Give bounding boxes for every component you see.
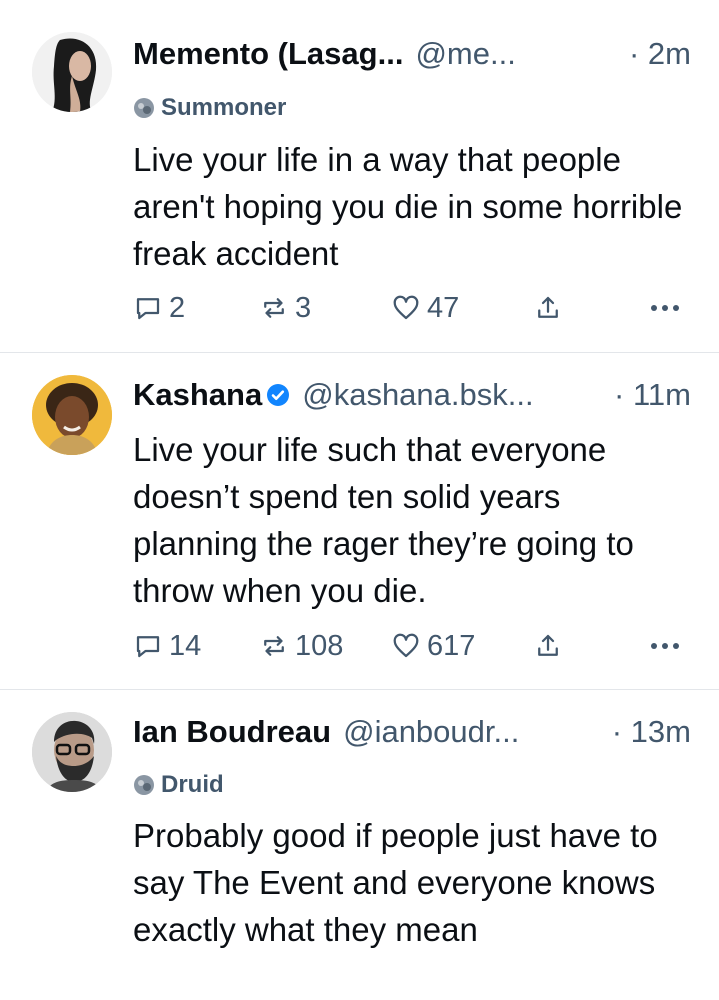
badge-label: Druid xyxy=(161,771,224,798)
avatar[interactable] xyxy=(32,32,112,112)
reply-count: 2 xyxy=(169,291,186,324)
like-button[interactable]: 617 xyxy=(391,626,475,666)
ellipsis-icon xyxy=(651,305,679,311)
timestamp[interactable]: · 11m xyxy=(614,377,691,413)
post[interactable]: Kashana @kashana.bsk... · 11m Live your … xyxy=(0,353,719,689)
more-options-button[interactable] xyxy=(649,288,681,328)
post-text: Live your life in a way that people aren… xyxy=(133,141,683,272)
ellipsis-icon xyxy=(651,643,679,649)
handle[interactable]: @me... xyxy=(415,36,515,72)
heart-icon xyxy=(393,295,419,320)
reply-button[interactable]: 2 xyxy=(133,288,185,328)
reply-button[interactable]: 14 xyxy=(133,626,201,666)
timestamp[interactable]: · 13m xyxy=(612,714,691,750)
repost-button[interactable]: 3 xyxy=(259,288,311,328)
badge-icon xyxy=(134,775,154,795)
display-name[interactable]: Ian Boudreau xyxy=(133,714,331,750)
post-actions: 14 108 617 xyxy=(133,626,693,666)
repost-button[interactable]: 108 xyxy=(259,626,343,666)
badge-icon xyxy=(134,98,154,118)
handle[interactable]: @kashana.bsk... xyxy=(302,377,533,413)
post-feed: Memento (Lasag... @me... · 2m Summoner L… xyxy=(0,0,719,1000)
like-count: 47 xyxy=(427,291,460,324)
share-icon xyxy=(538,634,558,656)
display-name[interactable]: Kashana xyxy=(133,377,262,413)
avatar[interactable] xyxy=(32,712,112,792)
more-options-button[interactable] xyxy=(649,626,681,666)
avatar-man-icon xyxy=(32,712,112,792)
post[interactable]: Memento (Lasag... @me... · 2m Summoner L… xyxy=(0,0,719,352)
user-badge[interactable]: Druid xyxy=(133,770,224,800)
post-text: Probably good if people just have to say… xyxy=(133,817,658,948)
like-count: 617 xyxy=(427,629,476,662)
reply-count: 14 xyxy=(169,629,202,662)
post-text: Live your life such that everyone doesn’… xyxy=(133,431,634,609)
repost-count: 3 xyxy=(295,291,312,324)
reply-icon xyxy=(136,636,160,658)
avatar-woman-icon xyxy=(32,375,112,455)
share-button[interactable] xyxy=(533,626,569,666)
avatar[interactable] xyxy=(32,375,112,455)
repost-icon xyxy=(264,298,284,318)
share-icon xyxy=(538,296,558,318)
user-badge[interactable]: Summoner xyxy=(133,93,286,123)
display-name[interactable]: Memento (Lasag... xyxy=(133,36,403,72)
post-actions: 2 3 47 xyxy=(133,288,693,328)
repost-count: 108 xyxy=(295,629,344,662)
heart-icon xyxy=(393,633,419,658)
verified-icon xyxy=(267,384,290,406)
badge-label: Summoner xyxy=(161,94,287,121)
handle[interactable]: @ianboudr... xyxy=(343,714,519,750)
share-button[interactable] xyxy=(533,288,569,328)
timestamp[interactable]: · 2m xyxy=(629,36,691,72)
reply-icon xyxy=(136,298,160,320)
repost-icon xyxy=(264,636,284,656)
avatar-woman-icon xyxy=(32,32,112,112)
post[interactable]: Ian Boudreau @ianboudr... · 13m Druid Pr… xyxy=(0,690,719,1000)
like-button[interactable]: 47 xyxy=(391,288,459,328)
